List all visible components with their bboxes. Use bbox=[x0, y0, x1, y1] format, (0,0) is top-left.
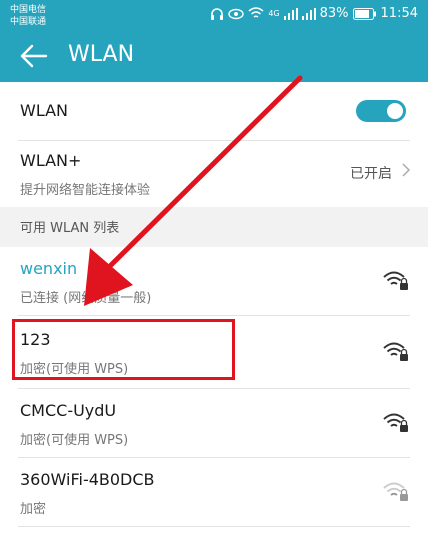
page-title: WLAN bbox=[68, 42, 135, 67]
network-type: 4G bbox=[268, 9, 280, 18]
app-bar: WLAN bbox=[0, 30, 428, 82]
wlan-plus-title: WLAN+ bbox=[20, 151, 82, 170]
carrier-2: 中国联通 bbox=[10, 17, 47, 27]
wifi-lock-icon bbox=[383, 342, 408, 361]
eye-icon bbox=[228, 8, 245, 19]
status-bar: 中国电信 中国联通 4G 83% 11:54 bbox=[0, 0, 428, 30]
wlan-toggle-row[interactable]: WLAN bbox=[0, 82, 428, 140]
network-name: CMCC-UydU bbox=[20, 401, 117, 420]
wlan-label: WLAN bbox=[20, 101, 69, 120]
network-item-cmcc[interactable]: CMCC-UydU 加密(可使用 WPS) bbox=[0, 389, 428, 457]
wlan-switch[interactable] bbox=[356, 100, 406, 122]
network-item-360wifi[interactable]: 360WiFi-4B0DCB 加密 bbox=[0, 458, 428, 526]
section-header-text: 可用 WLAN 列表 bbox=[20, 221, 120, 236]
battery-percent: 83% bbox=[319, 6, 349, 21]
chevron-right-icon bbox=[402, 163, 410, 177]
network-name: 360WiFi-4B0DCB bbox=[20, 470, 155, 489]
wlan-plus-row[interactable]: WLAN+ 提升网络智能连接体验 已开启 bbox=[0, 141, 428, 207]
network-name: wenxin bbox=[20, 259, 78, 278]
network-status: 加密(可使用 WPS) bbox=[20, 433, 129, 448]
wifi-lock-icon bbox=[383, 271, 408, 290]
back-arrow-icon[interactable] bbox=[20, 43, 48, 69]
wifi-lock-icon bbox=[383, 413, 408, 432]
switch-knob bbox=[387, 103, 403, 119]
divider bbox=[18, 526, 410, 527]
battery-icon bbox=[352, 7, 376, 20]
section-header: 可用 WLAN 列表 bbox=[0, 207, 428, 247]
settings-list: WLAN WLAN+ 提升网络智能连接体验 已开启 可用 WLAN 列表 wen… bbox=[0, 82, 428, 542]
wlan-plus-status: 已开启 bbox=[350, 166, 392, 182]
status-icons: 4G 83% 11:54 bbox=[210, 6, 418, 21]
network-item-wenxin[interactable]: wenxin 已连接 (网络质量一般) bbox=[0, 247, 428, 315]
signal-icon-1 bbox=[283, 7, 298, 20]
clock: 11:54 bbox=[380, 6, 418, 21]
headphone-icon bbox=[211, 7, 224, 20]
signal-icon-2 bbox=[301, 7, 316, 20]
highlight-box bbox=[12, 319, 235, 380]
network-status: 已连接 (网络质量一般) bbox=[20, 291, 152, 306]
wlan-plus-description: 提升网络智能连接体验 bbox=[20, 183, 151, 198]
wifi-lock-icon-weak bbox=[383, 482, 408, 501]
network-status: 加密 bbox=[20, 502, 47, 517]
wifi-status-icon bbox=[248, 7, 264, 18]
